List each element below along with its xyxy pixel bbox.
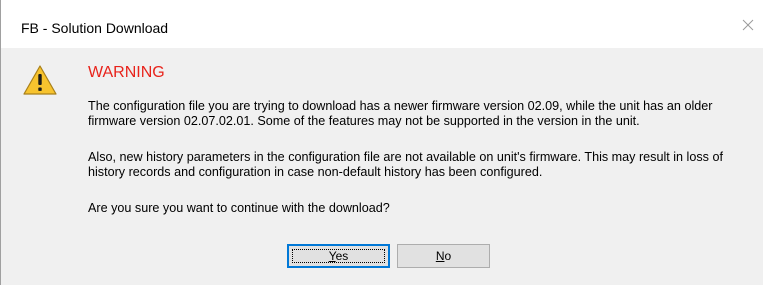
no-button[interactable]: No bbox=[397, 244, 490, 268]
close-button[interactable] bbox=[737, 14, 759, 36]
dialog-title: FB - Solution Download bbox=[21, 20, 169, 36]
no-button-label: No bbox=[435, 249, 452, 263]
confirmation-question: Are you sure you want to continue with t… bbox=[88, 201, 390, 215]
window-border bbox=[0, 0, 1, 285]
message-paragraph-2: Also, new history parameters in the conf… bbox=[88, 150, 723, 179]
dialog-window: FB - Solution Download WARNING The confi… bbox=[0, 0, 763, 285]
title-bar[interactable]: FB - Solution Download bbox=[0, 0, 763, 48]
focus-rectangle bbox=[292, 249, 385, 263]
warning-triangle-icon bbox=[23, 65, 57, 95]
warning-heading: WARNING bbox=[88, 64, 165, 81]
close-icon bbox=[742, 19, 754, 31]
message-paragraph-1: The configuration file you are trying to… bbox=[88, 99, 713, 128]
yes-button[interactable]: Yes bbox=[287, 244, 390, 268]
